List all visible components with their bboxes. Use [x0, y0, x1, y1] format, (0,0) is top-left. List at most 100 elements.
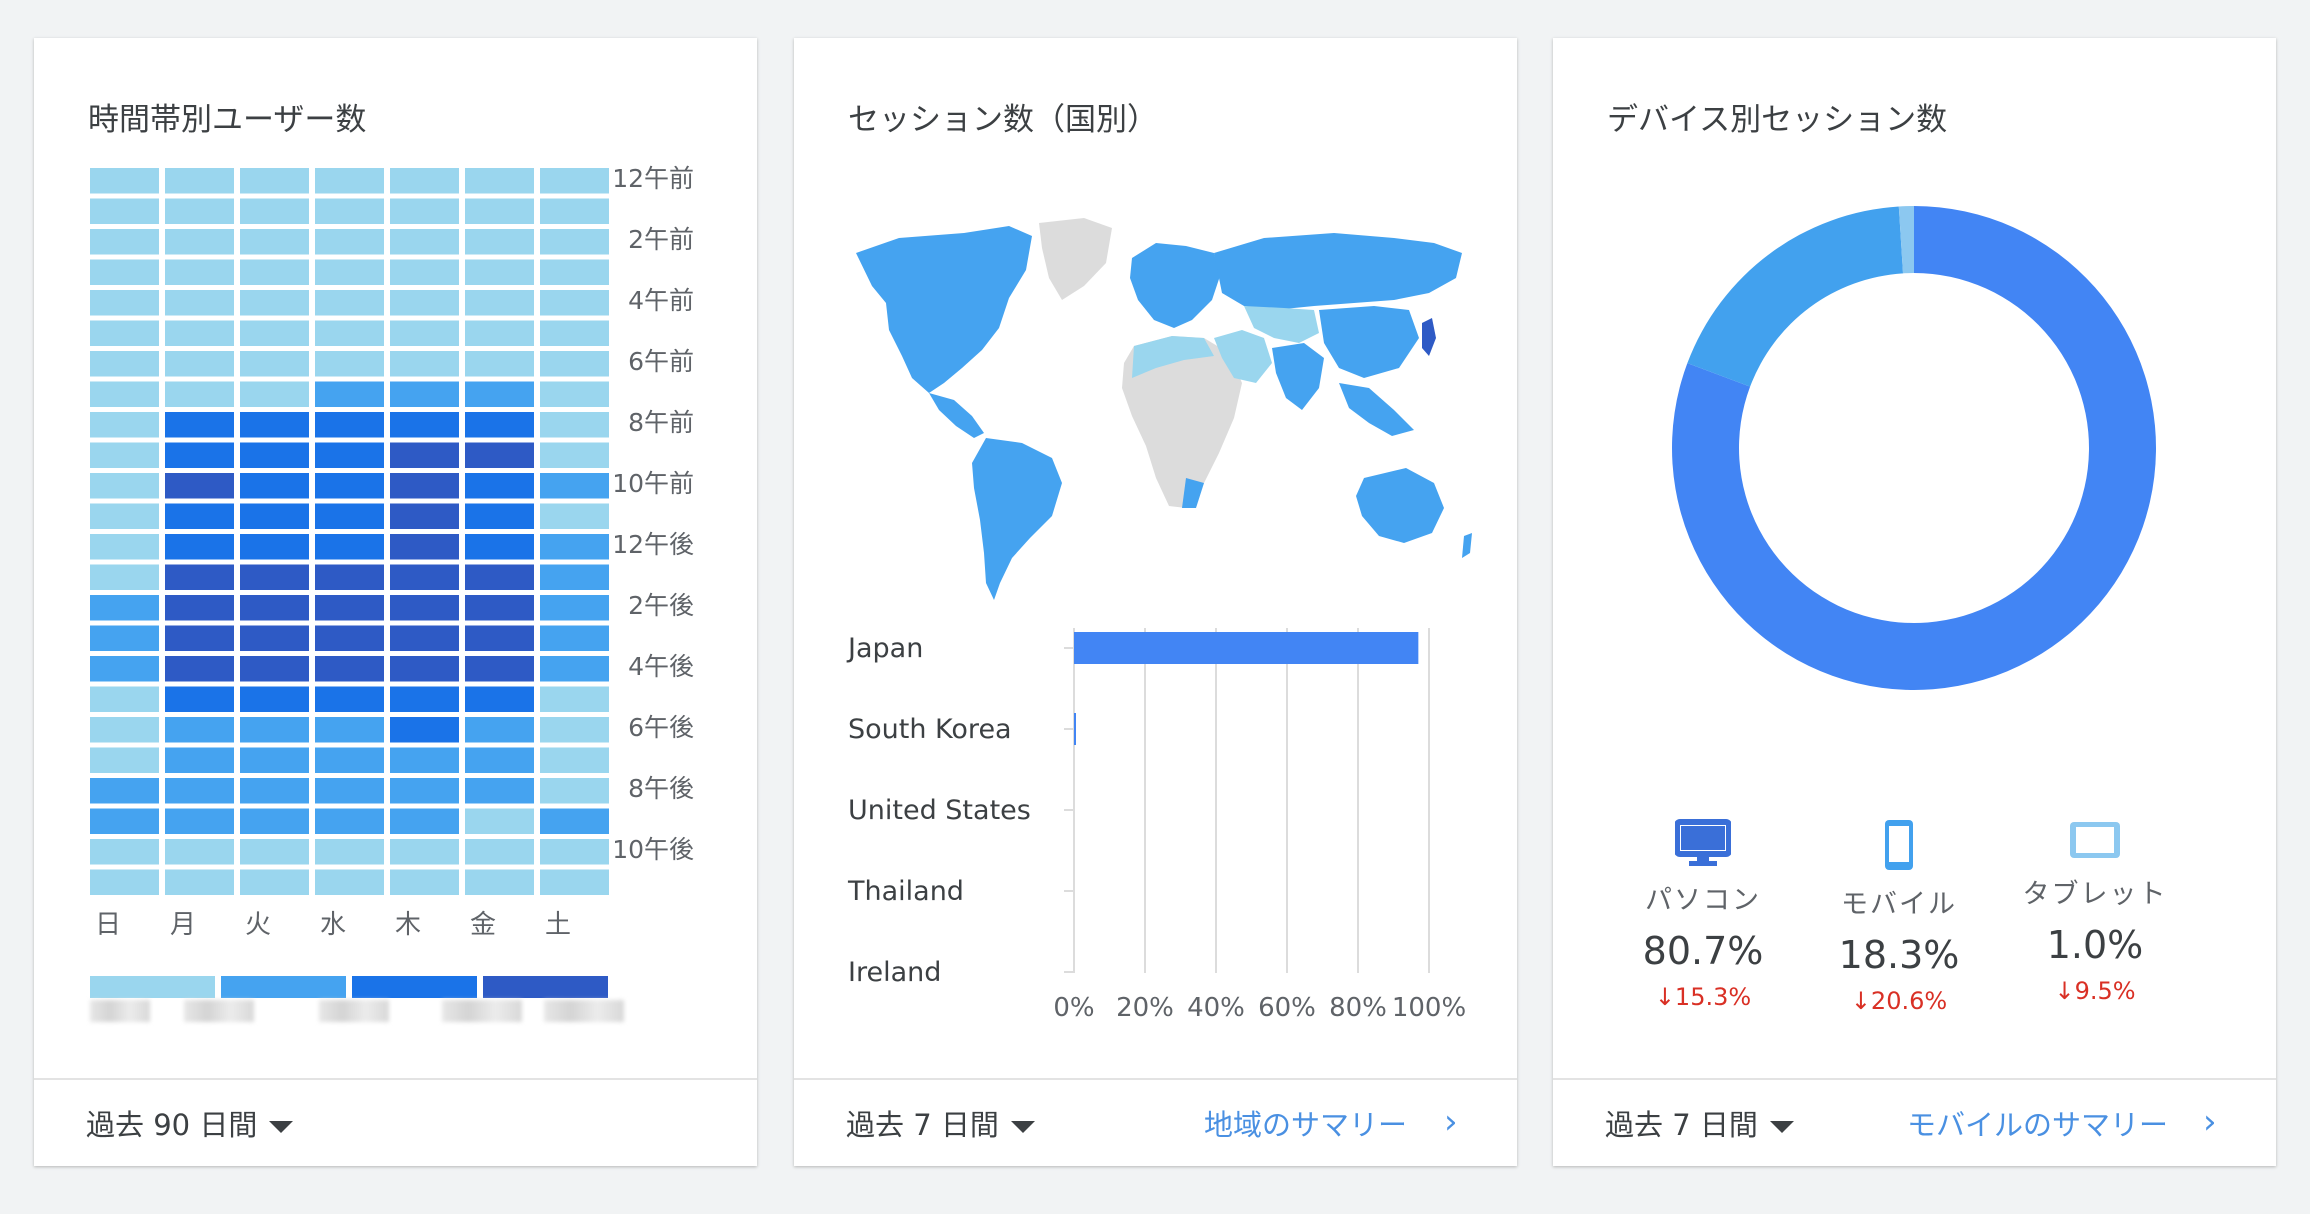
heatmap-cell — [315, 656, 384, 682]
heatmap-cell — [465, 625, 534, 651]
device-share: 1.0% — [2046, 923, 2144, 967]
heatmap-cell — [90, 747, 159, 773]
heatmap-cell — [540, 442, 609, 468]
caret-down-icon — [1010, 1121, 1035, 1133]
heatmap-cell — [390, 869, 459, 895]
heatmap-cell — [90, 534, 159, 560]
bar-x-tick-label: 0% — [1053, 993, 1094, 1023]
device-share: 18.3% — [1838, 933, 1960, 977]
heatmap-cell — [390, 442, 459, 468]
map-russia — [1214, 233, 1462, 310]
heatmap-cell — [165, 595, 234, 621]
date-range-selector[interactable]: 過去 90 日間 — [86, 1102, 294, 1144]
heatmap-cell — [465, 778, 534, 804]
heatmap-cell — [465, 808, 534, 834]
heatmap-cell — [540, 656, 609, 682]
heatmap-cell — [315, 625, 384, 651]
heatmap-cell — [465, 168, 534, 194]
map-europe — [1130, 243, 1220, 328]
heatmap-cell — [390, 625, 459, 651]
map-greenland — [1039, 218, 1112, 300]
heatmap-cell — [240, 808, 309, 834]
heatmap-cell — [465, 503, 534, 529]
device-label: モバイル — [1841, 889, 1957, 920]
heatmap-cell — [465, 412, 534, 438]
heatmap-cell — [540, 717, 609, 743]
heatmap-cell — [90, 808, 159, 834]
bar-x-tick-label: 60% — [1258, 993, 1316, 1023]
heatmap-cell — [165, 351, 234, 377]
heatmap-y-tick-label: 6午後 — [628, 713, 694, 742]
bar-category-label: Japan — [846, 633, 923, 664]
mobile-summary-link[interactable]: モバイルのサマリー — [1907, 1102, 2168, 1144]
heatmap-cell — [240, 778, 309, 804]
heatmap-cell — [390, 686, 459, 712]
heatmap-y-tick-label: 12午前 — [612, 164, 694, 193]
heatmap-y-tick-label: 4午後 — [628, 652, 694, 681]
heatmap-cell — [165, 625, 234, 651]
heatmap-legend-swatch — [483, 976, 608, 998]
heatmap-y-tick-label: 4午前 — [628, 286, 694, 315]
sessions-by-device-card: デバイス別セッション数 パソコン 80.7% ↓15.3% モバイル 18.3%… — [1553, 38, 2276, 1166]
heatmap-cell — [315, 869, 384, 895]
device-desktop: パソコン 80.7% ↓15.3% — [1603, 818, 1803, 1011]
heatmap-cell — [465, 686, 534, 712]
heatmap-cell — [90, 381, 159, 407]
heatmap-cell — [465, 198, 534, 224]
heatmap-cell — [165, 290, 234, 316]
heatmap-cell — [465, 534, 534, 560]
heatmap-cell — [390, 412, 459, 438]
heatmap-x-label: 水 — [320, 910, 346, 940]
heatmap-cell — [90, 320, 159, 346]
heatmap-cell — [465, 473, 534, 499]
heatmap-cell — [540, 290, 609, 316]
heatmap-cell — [540, 869, 609, 895]
desktop-icon — [1674, 819, 1732, 866]
heatmap-cell — [240, 290, 309, 316]
heatmap-cell — [90, 839, 159, 865]
heatmap-cell — [165, 473, 234, 499]
heatmap-cell — [540, 198, 609, 224]
heatmap-cell — [90, 564, 159, 590]
heatmap-cell — [540, 473, 609, 499]
device-share: 80.7% — [1642, 929, 1764, 973]
heatmap-cell — [540, 412, 609, 438]
heatmap-cell — [315, 839, 384, 865]
heatmap-cell — [315, 381, 384, 407]
heatmap-cell — [90, 259, 159, 285]
tablet-icon — [2070, 822, 2120, 858]
heatmap-cell — [465, 564, 534, 590]
heatmap-cell — [90, 869, 159, 895]
heatmap-cell — [465, 717, 534, 743]
heatmap-cell — [390, 747, 459, 773]
heatmap-cell — [540, 381, 609, 407]
country-bar — [1074, 713, 1076, 745]
heatmap-cell — [315, 717, 384, 743]
heatmap-cell — [390, 229, 459, 255]
chevron-right-icon[interactable]: › — [2203, 1102, 2217, 1142]
footer-divider — [794, 1078, 1517, 1080]
heatmap-cell — [390, 595, 459, 621]
heatmap-cell — [315, 412, 384, 438]
heatmap-cell — [90, 351, 159, 377]
date-range-selector[interactable]: 過去 7 日間 — [846, 1102, 1035, 1144]
date-range-label: 過去 7 日間 — [1605, 1108, 1758, 1142]
heatmap-cell — [315, 534, 384, 560]
date-range-selector[interactable]: 過去 7 日間 — [1605, 1102, 1794, 1144]
heatmap-cell — [390, 473, 459, 499]
bar-category-label: United States — [848, 795, 1031, 826]
heatmap-cell — [90, 778, 159, 804]
heatmap-cell — [240, 717, 309, 743]
sessions-by-country-card: セッション数（国別） 0% 20% 40% 60% 80% 100% Japan… — [794, 38, 1517, 1166]
device-change: ↓20.6% — [1850, 987, 1948, 1015]
heatmap-y-tick-label: 2午前 — [628, 225, 694, 254]
bar-category-label: Thailand — [847, 876, 964, 907]
heatmap-cell — [390, 839, 459, 865]
location-summary-link[interactable]: 地域のサマリー — [1204, 1102, 1407, 1144]
heatmap-cell — [540, 625, 609, 651]
country-bar — [1074, 632, 1419, 664]
heatmap-legend-swatch — [221, 976, 346, 998]
chevron-right-icon[interactable]: › — [1444, 1102, 1458, 1142]
heatmap-cell — [90, 625, 159, 651]
heatmap-cell — [390, 534, 459, 560]
